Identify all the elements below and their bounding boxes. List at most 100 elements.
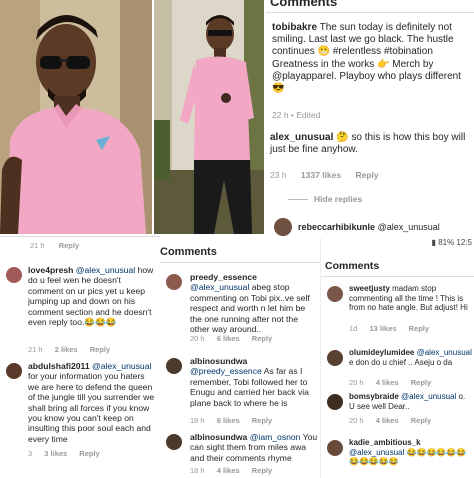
comment-likes[interactable]: 1337 likes bbox=[301, 170, 341, 180]
comment-time: 18 h bbox=[190, 416, 205, 425]
comments-header: Comments bbox=[160, 246, 217, 258]
comment-mention[interactable]: @alex_unusual bbox=[417, 348, 472, 357]
avatar bbox=[274, 218, 292, 236]
reply-button[interactable]: Reply bbox=[252, 416, 272, 425]
comment-rebecca: rebeccarhibikunle @alex_unusual bbox=[298, 222, 440, 232]
comment-username[interactable]: bomsybraide bbox=[349, 392, 399, 401]
comment-albinosundwa-1: albinosundwa @preedy_essence As far as I… bbox=[190, 356, 318, 408]
comment-meta: 18 h 4 likes Reply bbox=[190, 466, 272, 475]
comment-likes[interactable]: 13 likes bbox=[369, 324, 396, 333]
comment-preedy: preedy_essence @alex_unusual abeg stop c… bbox=[190, 272, 318, 334]
comment-username[interactable]: albinosundwa bbox=[190, 432, 247, 442]
comment-username[interactable]: rebeccarhibikunle bbox=[298, 222, 375, 232]
reply-button[interactable]: Reply bbox=[409, 324, 429, 333]
comment-meta: 20 h 4 likes Reply bbox=[349, 416, 431, 425]
comment-meta: 18 h 6 likes Reply bbox=[190, 416, 272, 425]
comment-time: 18 h bbox=[190, 466, 205, 475]
reply-button[interactable]: Reply bbox=[411, 378, 431, 387]
comment-text: e don do u chief .. Aseju o da bbox=[349, 357, 453, 367]
reply-button[interactable]: Reply bbox=[79, 449, 99, 458]
caption-meta: 22 h • Edited bbox=[272, 110, 321, 120]
comment-kadie: kadie_ambitious_k @alex_unusual 😂😂😂😂😂😂😂😂… bbox=[349, 438, 473, 467]
reply-button[interactable]: Reply bbox=[252, 466, 272, 475]
comment-username[interactable]: preedy_essence bbox=[190, 272, 257, 282]
comments-panel-c: ▮ 81% 12:5 Comments sweetjusty madam sto… bbox=[320, 238, 474, 478]
reply-button[interactable]: Reply bbox=[252, 334, 272, 343]
comment-alex-meta: 23 h 1337 likes Reply bbox=[270, 170, 470, 180]
comment-likes[interactable]: 4 likes bbox=[376, 378, 399, 387]
avatar bbox=[327, 350, 343, 366]
comment-olumide: olumideylumidee @alex_unusual e don do u… bbox=[349, 348, 473, 367]
comment-username[interactable]: alex_unusual bbox=[270, 132, 333, 143]
comment-username[interactable]: kadie_ambitious_k bbox=[349, 438, 421, 447]
comment-mention[interactable]: @alex_unusual bbox=[76, 265, 135, 275]
comment-time: 23 h bbox=[270, 170, 287, 180]
comment-likes[interactable]: 3 likes bbox=[44, 449, 67, 458]
comment-username[interactable]: abdulshafi2011 bbox=[28, 361, 90, 371]
reply-button[interactable]: Reply bbox=[355, 170, 378, 180]
battery-icon: ▮ bbox=[431, 238, 436, 247]
comments-panel-b: Comments preedy_essence @alex_unusual ab… bbox=[160, 240, 320, 478]
photo-man-pink-shirt-closeup bbox=[0, 0, 152, 234]
comment-mention[interactable]: @alex_unusual bbox=[349, 448, 404, 457]
comment-username[interactable]: love4presh bbox=[28, 265, 73, 275]
comment-likes[interactable]: 4 likes bbox=[217, 466, 240, 475]
comment-time: 3 bbox=[28, 449, 33, 458]
instagram-comments-panel-top: Comments tobibakre The sun today is defi… bbox=[266, 0, 474, 236]
avatar bbox=[6, 363, 22, 379]
header-divider bbox=[266, 12, 474, 13]
comment-likes[interactable]: 2 likes bbox=[55, 345, 78, 354]
avatar bbox=[327, 440, 343, 456]
comment-likes[interactable]: 6 likes bbox=[217, 334, 240, 343]
avatar bbox=[166, 274, 182, 290]
comment-mention[interactable]: @alex_unusual bbox=[92, 361, 151, 371]
comment-username[interactable]: olumideylumidee bbox=[349, 348, 414, 357]
comment-love4presh: love4presh @alex_unusual how do u feel w… bbox=[28, 265, 156, 327]
comment-abdulshafi: abdulshafi2011 @alex_unusual for your in… bbox=[28, 361, 156, 444]
reply-button[interactable]: Reply bbox=[411, 416, 431, 425]
comment-mention[interactable]: @preedy_essence bbox=[190, 366, 262, 376]
comment-username[interactable]: sweetjusty bbox=[349, 284, 390, 293]
comment-meta: 1d 13 likes Reply bbox=[349, 324, 429, 333]
top-meta: 21 h Reply bbox=[30, 241, 79, 250]
comment-mention[interactable]: @iam_osnon bbox=[250, 432, 301, 442]
comment-sweetjusty: sweetjusty madam stop commenting all the… bbox=[349, 284, 473, 313]
comment-likes[interactable]: 4 likes bbox=[376, 416, 399, 425]
comment-time: 20 h bbox=[190, 334, 205, 343]
comment-mention[interactable]: @alex_unusual bbox=[401, 392, 456, 401]
comments-header: Comments bbox=[270, 0, 338, 9]
photo-illustration bbox=[0, 0, 152, 234]
comment-meta: 21 h 2 likes Reply bbox=[28, 345, 110, 354]
hide-replies-button[interactable]: Hide replies bbox=[314, 194, 362, 204]
hide-replies-line bbox=[288, 199, 308, 200]
comment-time: 20 h bbox=[349, 378, 364, 387]
caption-block: tobibakre The sun today is definitely no… bbox=[272, 22, 470, 95]
comment-bomsybraide: bomsybraide @alex_unusual o. U see well … bbox=[349, 392, 473, 411]
comment-albinosundwa-2: albinosundwa @iam_osnon You can sight th… bbox=[190, 432, 318, 463]
comment-alex: alex_unusual 🤔 so this is how this boy w… bbox=[270, 132, 470, 156]
avatar bbox=[327, 286, 343, 302]
status-bar-text: 81% 12:5 bbox=[438, 238, 472, 247]
header-divider bbox=[160, 262, 320, 263]
caption-edited[interactable]: Edited bbox=[296, 110, 320, 120]
comment-meta: 20 h 6 likes Reply bbox=[190, 334, 272, 343]
comment-meta: 20 h 4 likes Reply bbox=[349, 378, 431, 387]
photo-man-pink-shirt-fullbody bbox=[154, 0, 264, 234]
comment-time: 21 h bbox=[30, 241, 45, 250]
comment-likes[interactable]: 6 likes bbox=[217, 416, 240, 425]
comments-header: Comments bbox=[325, 260, 380, 272]
caption-username[interactable]: tobibakre bbox=[272, 22, 317, 33]
comment-mention[interactable]: @alex_unusual bbox=[190, 282, 249, 292]
avatar bbox=[166, 434, 182, 450]
caption-time: 22 h bbox=[272, 110, 289, 120]
photo-illustration-2 bbox=[154, 0, 264, 234]
comment-time: 20 h bbox=[349, 416, 364, 425]
comment-username[interactable]: albinosundwa bbox=[190, 356, 247, 366]
reply-button[interactable]: Reply bbox=[59, 241, 79, 250]
avatar bbox=[166, 358, 182, 374]
status-bar: ▮ 81% 12:5 bbox=[432, 238, 472, 247]
avatar bbox=[6, 267, 22, 283]
comment-time: 21 h bbox=[28, 345, 43, 354]
reply-button[interactable]: Reply bbox=[90, 345, 110, 354]
comment-text: @alex_unusual bbox=[377, 222, 440, 232]
